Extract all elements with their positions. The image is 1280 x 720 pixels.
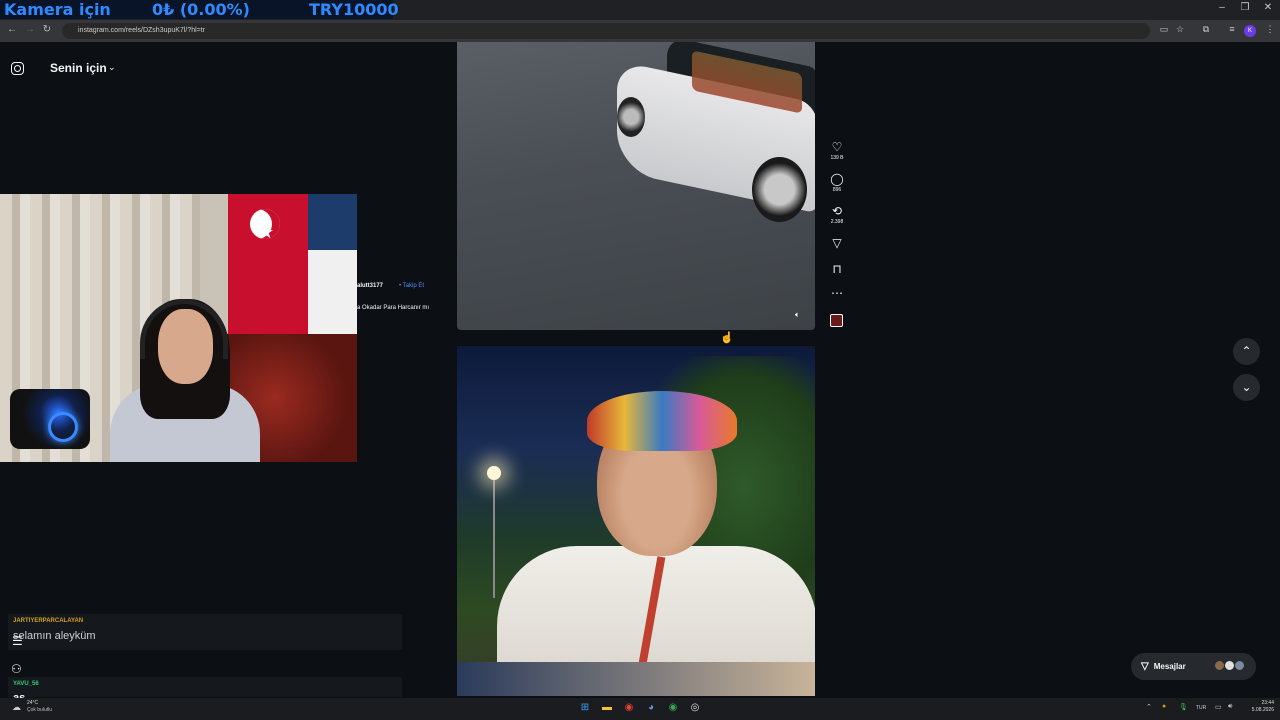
cast-icon[interactable]: ▭ [1157, 24, 1171, 35]
comment-count: 896 [832, 187, 842, 193]
volume-icon[interactable]: 🔊︎ [1228, 703, 1232, 711]
next-reel-preview [457, 662, 815, 696]
weather-temperature[interactable]: 24°C [27, 700, 38, 706]
reel-video-woman[interactable] [457, 346, 815, 696]
reload-icon[interactable]: ↻ [40, 24, 54, 35]
share-button[interactable]: ▽ [829, 237, 845, 249]
like-count: 139 B [830, 155, 844, 161]
extensions-icon[interactable]: ⧉ [1199, 24, 1213, 35]
street-lamp [487, 466, 501, 480]
like-button[interactable]: ♡ 139 B [829, 141, 845, 161]
microphone-light [48, 412, 78, 442]
follow-link[interactable]: • Takip Et [399, 283, 424, 289]
back-icon[interactable]: ← [5, 24, 19, 35]
flag-star-icon: ★ [258, 222, 275, 242]
media-controls-icon[interactable]: ≡ [1225, 24, 1239, 34]
chevron-down-icon: ⌄ [1241, 380, 1252, 394]
microphone-icon[interactable]: 🎙︎ [1179, 703, 1188, 711]
chat-message: selamın aleyküm [13, 630, 96, 642]
overlay-amount: 0₺ (0.00%) [152, 0, 250, 19]
send-icon: ▽ [1141, 661, 1149, 672]
cloud-icon[interactable]: ☁ [12, 702, 21, 713]
reel-video-car[interactable]: 🔈︎ [457, 42, 815, 330]
forward-icon[interactable]: → [23, 24, 37, 35]
repost-icon: ⟲ [831, 204, 843, 218]
discord-icon[interactable]: ◕ [644, 701, 658, 715]
minimize-icon[interactable]: – [1211, 2, 1233, 13]
previous-reel-button[interactable]: ⌃ [1233, 338, 1260, 365]
send-icon: ▽ [832, 236, 842, 250]
flower-headscarf [587, 391, 737, 451]
car-wheel [617, 97, 645, 137]
car-wheel [752, 157, 807, 222]
audio-thumbnail[interactable] [830, 314, 843, 327]
more-icon: ⋯ [831, 286, 843, 300]
bookmark-star-icon[interactable]: ☆ [1173, 24, 1187, 35]
save-button[interactable]: ⊓ [829, 263, 845, 275]
reel-username[interactable]: alutt3177 [357, 283, 383, 289]
chevron-up-icon: ⌃ [1241, 344, 1252, 358]
restore-icon[interactable]: ❐ [1234, 2, 1256, 13]
hand-cursor-icon: ☝ [720, 332, 734, 344]
webcam-overlay: ★ [0, 194, 357, 462]
windows-taskbar [0, 698, 1280, 720]
clock-date[interactable]: 5.08.2026 [1246, 707, 1274, 713]
chrome-icon[interactable]: ◉ [622, 701, 636, 715]
address-bar[interactable]: instagram.com/reels/DZsh3upuK7l/?hl=tr [62, 23, 1150, 39]
heart-icon: ♡ [831, 140, 843, 154]
repost-button[interactable]: ⟲ 2.398 [829, 205, 845, 225]
comment-button[interactable]: ◯ 896 [829, 173, 845, 193]
donation-goal-overlay: Kamera için 0₺ (0.00%) TRY10000 [0, 0, 399, 19]
start-icon[interactable]: ⊞ [578, 701, 592, 715]
menu-icon: ☰ [12, 634, 23, 648]
messages-label: Mesajlar [1153, 662, 1186, 671]
overlay-goal: TRY10000 [309, 0, 399, 19]
menu-kebab-icon[interactable]: ⋮ [1263, 24, 1277, 35]
avatar [1234, 660, 1245, 671]
obs-icon[interactable]: ◎ [688, 701, 702, 715]
chrome-profile-icon[interactable]: ◉ [666, 701, 680, 715]
more-options-button[interactable]: ⋯ [829, 287, 845, 299]
chat-username: YAVU_56 [13, 681, 39, 687]
profile-avatar[interactable]: K [1244, 25, 1256, 37]
feed-selector[interactable]: Senin için [50, 61, 107, 75]
comment-icon: ◯ [830, 172, 844, 186]
chat-username: JARTIYERPARCALAYAN [13, 618, 84, 624]
repost-count: 2.398 [830, 219, 844, 225]
overlay-label: Kamera için [4, 0, 111, 19]
clock-time[interactable]: 23:44 [1254, 700, 1274, 706]
file-explorer-icon[interactable]: ▬ [600, 701, 614, 715]
chat-message-row [8, 677, 402, 697]
tray-app-icon[interactable]: ● [1162, 703, 1166, 710]
people-icon: ⚇ [11, 662, 22, 676]
close-icon[interactable]: ✕ [1257, 2, 1279, 13]
lamp-pole [493, 478, 495, 598]
next-reel-button[interactable]: ⌄ [1233, 374, 1260, 401]
monitor-icon[interactable]: ▭ [1215, 703, 1222, 711]
chevron-down-icon[interactable]: ⌄ [108, 62, 116, 73]
language-indicator[interactable]: TUR [1196, 705, 1206, 711]
weather-description[interactable]: Çok bulutlu [27, 707, 52, 713]
chevron-up-icon[interactable]: ⌃ [1146, 703, 1152, 711]
instagram-logo-icon[interactable] [11, 62, 24, 75]
second-flag [308, 194, 357, 334]
reel-caption[interactable]: a Okadar Para Harcanır mı [357, 305, 429, 311]
bookmark-icon: ⊓ [832, 262, 842, 276]
volume-icon[interactable]: 🔈︎ [795, 310, 800, 320]
